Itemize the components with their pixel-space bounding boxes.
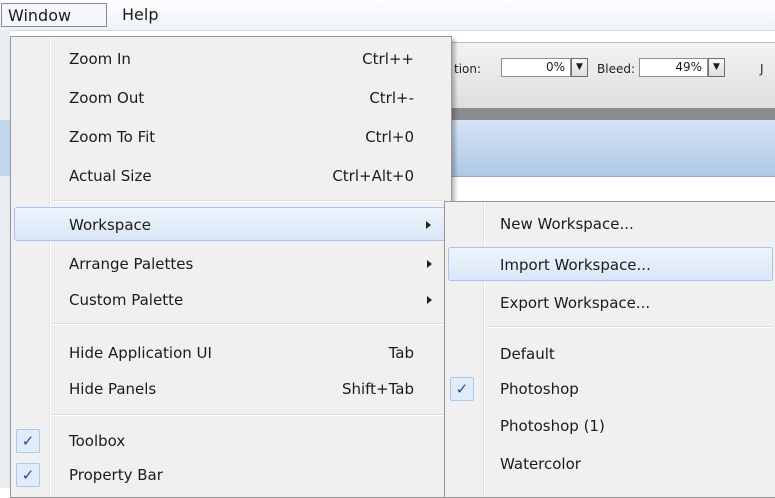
menu-bar: Window Help (0, 0, 775, 31)
menu-item-label: Zoom Out (69, 89, 145, 107)
menu-item-custom-palette[interactable]: Custom Palette (14, 283, 446, 317)
bleed-label: Bleed: (597, 62, 635, 76)
menu-item-label: Default (500, 345, 555, 363)
submenu-arrow-icon (427, 260, 432, 268)
menu-item-shortcut: Ctrl+- (369, 89, 414, 107)
menu-help[interactable]: Help (116, 3, 164, 27)
menu-item-label: New Workspace... (500, 215, 634, 233)
rotation-label: tion: (454, 62, 482, 76)
menu-item-label: Hide Application UI (69, 344, 212, 362)
rotation-input[interactable]: 0% (501, 58, 571, 77)
menu-item-shortcut: Ctrl+0 (365, 128, 414, 146)
menu-item-hide-panels[interactable]: Hide Panels Shift+Tab (14, 372, 446, 406)
window-menu: Zoom In Ctrl++ Zoom Out Ctrl+- Zoom To F… (10, 36, 452, 498)
menu-item-label: Hide Panels (69, 380, 157, 398)
menu-separator (487, 326, 773, 328)
menu-item-shortcut: Shift+Tab (341, 380, 414, 398)
document-tab-strip (440, 120, 775, 177)
menu-item-zoom-out[interactable]: Zoom Out Ctrl+- (14, 81, 446, 115)
cut-label: J (760, 62, 764, 76)
menu-item-hide-application-ui[interactable]: Hide Application UI Tab (14, 336, 446, 370)
menu-item-shortcut: Ctrl++ (362, 50, 414, 68)
menu-item-label: Watercolor (500, 455, 581, 473)
toolbar-separator (440, 108, 775, 120)
menu-separator (53, 414, 446, 416)
submenu-item-photoshop[interactable]: ✓ Photoshop (448, 372, 773, 406)
menu-item-label: Custom Palette (69, 291, 184, 309)
menu-item-label: Property Bar (69, 466, 163, 484)
menu-item-property-bar[interactable]: ✓ Property Bar (14, 458, 446, 492)
menu-item-workspace[interactable]: Workspace (14, 207, 446, 241)
menu-window[interactable]: Window (1, 3, 107, 27)
menu-item-label: Export Workspace... (500, 294, 651, 312)
submenu-arrow-icon (426, 221, 431, 229)
menu-item-zoom-in[interactable]: Zoom In Ctrl++ (14, 42, 446, 76)
submenu-item-export-workspace[interactable]: Export Workspace... (448, 286, 773, 320)
menu-item-label: Arrange Palettes (69, 255, 194, 273)
checkmark-icon: ✓ (16, 429, 40, 453)
submenu-item-default[interactable]: Default (448, 337, 773, 371)
left-window-edge (0, 30, 10, 488)
submenu-arrow-icon (427, 296, 432, 304)
menu-item-actual-size[interactable]: Actual Size Ctrl+Alt+0 (14, 159, 446, 193)
menu-item-label: Zoom To Fit (69, 128, 156, 146)
submenu-item-new-workspace[interactable]: New Workspace... (448, 207, 773, 241)
left-blue-strip (0, 120, 10, 176)
submenu-item-import-workspace[interactable]: Import Workspace... (448, 247, 773, 281)
submenu-item-watercolor[interactable]: Watercolor (448, 447, 773, 481)
submenu-item-photoshop-1[interactable]: Photoshop (1) (448, 409, 773, 443)
bleed-input[interactable]: 49% (639, 58, 708, 77)
checkmark-icon: ✓ (450, 377, 474, 401)
menu-item-label: Toolbox (69, 432, 126, 450)
menu-item-label: Workspace (69, 216, 151, 234)
bleed-dropdown-icon[interactable]: ▼ (708, 58, 725, 77)
rotation-dropdown-icon[interactable]: ▼ (571, 58, 588, 77)
menu-item-arrange-palettes[interactable]: Arrange Palettes (14, 247, 446, 281)
menu-item-label: Photoshop (1) (500, 417, 605, 435)
menu-item-label: Photoshop (500, 380, 579, 398)
property-bar: tion: 0% ▼ Bleed: 49% ▼ J (440, 42, 775, 110)
menu-separator (53, 323, 446, 325)
checkmark-icon: ✓ (16, 463, 40, 487)
menu-item-shortcut: Ctrl+Alt+0 (332, 167, 414, 185)
menu-item-shortcut: Tab (388, 344, 414, 362)
menu-item-toolbox[interactable]: ✓ Toolbox (14, 424, 446, 458)
workspace-submenu: New Workspace... Import Workspace... Exp… (444, 201, 775, 498)
menu-item-label: Import Workspace... (500, 256, 651, 274)
menu-item-label: Zoom In (69, 50, 131, 68)
menu-item-zoom-to-fit[interactable]: Zoom To Fit Ctrl+0 (14, 120, 446, 154)
menu-separator (53, 200, 446, 202)
menu-item-label: Actual Size (69, 167, 152, 185)
